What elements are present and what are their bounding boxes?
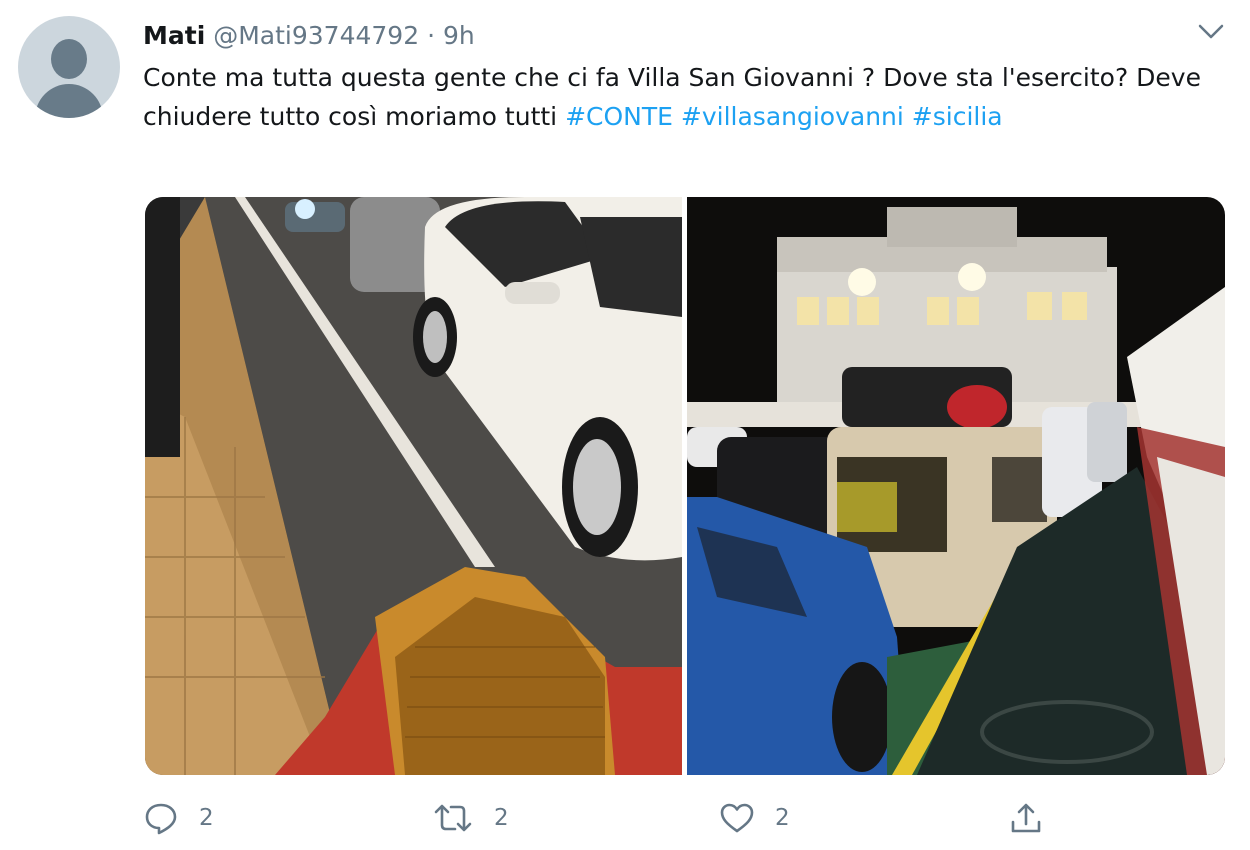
photo-ferry-deck[interactable] (687, 197, 1225, 775)
reply-icon (145, 803, 177, 835)
more-options-chevron-down-icon[interactable] (1196, 20, 1226, 44)
author-handle[interactable]: @Mati93744792 (213, 21, 419, 50)
share-icon (1011, 803, 1041, 833)
like-count: 2 (775, 805, 790, 831)
retweet-icon (434, 804, 472, 832)
photo-street-cars[interactable] (145, 197, 682, 775)
heart-icon (720, 803, 754, 833)
avatar[interactable] (18, 16, 120, 118)
hashtag-sicilia[interactable]: #sicilia (912, 102, 1003, 131)
hashtag-villasangiovanni[interactable]: #villasangiovanni (681, 102, 904, 131)
retweet-count: 2 (494, 805, 509, 831)
like-button[interactable]: 2 (719, 796, 790, 840)
tweet-text: Conte ma tutta questa gente che ci fa Vi… (143, 58, 1223, 136)
reply-button[interactable]: 2 (143, 796, 214, 840)
retweet-button[interactable]: 2 (432, 796, 509, 840)
avatar-body-shape (35, 84, 103, 118)
tweet-actions: 2 2 2 (0, 796, 1250, 840)
share-button[interactable] (1008, 796, 1044, 840)
tweet-header: Mati @Mati93744792 · 9h (143, 18, 475, 54)
hashtag-conte[interactable]: #CONTE (565, 102, 673, 131)
tweet-time[interactable]: 9h (443, 21, 475, 50)
separator-dot: · (427, 21, 436, 50)
tweet-media (145, 197, 1225, 775)
author-name[interactable]: Mati (143, 21, 205, 50)
reply-count: 2 (199, 805, 214, 831)
avatar-head-shape (51, 39, 87, 79)
